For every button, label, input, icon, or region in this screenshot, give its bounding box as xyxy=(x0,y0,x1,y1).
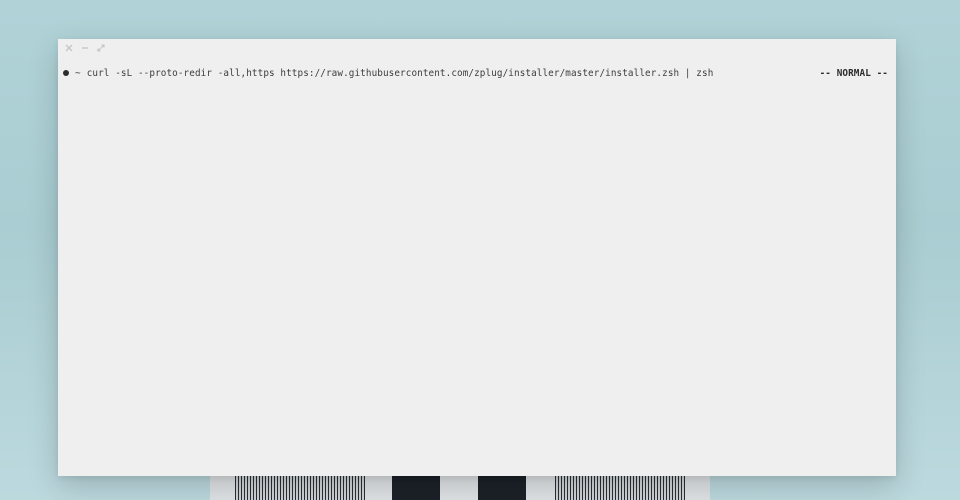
prompt-status-dot xyxy=(63,70,69,76)
wallpaper-dark-panel xyxy=(478,475,526,500)
wallpaper-stripes xyxy=(555,475,685,500)
terminal-prompt-line[interactable]: ~ curl -sL --proto-redir -all,https http… xyxy=(63,66,888,80)
window-titlebar[interactable] xyxy=(58,39,896,59)
prompt-directory: ~ xyxy=(75,67,81,79)
vim-mode-name: NORMAL xyxy=(836,67,871,79)
minimize-icon xyxy=(82,47,88,49)
minimize-button[interactable] xyxy=(80,43,90,53)
vim-mode-indicator: -- NORMAL -- xyxy=(820,68,888,79)
command-input[interactable]: curl -sL --proto-redir -all,https https:… xyxy=(87,68,810,79)
wallpaper-dark-panel xyxy=(392,475,440,500)
window-controls xyxy=(64,43,106,53)
close-button[interactable] xyxy=(64,43,74,53)
vim-mode-prefix: -- xyxy=(819,67,831,79)
wallpaper-stripes xyxy=(235,475,365,500)
maximize-icon xyxy=(97,44,105,52)
terminal-window[interactable]: ~ curl -sL --proto-redir -all,https http… xyxy=(58,39,896,476)
close-icon xyxy=(65,44,73,52)
maximize-button[interactable] xyxy=(96,43,106,53)
vim-mode-suffix: -- xyxy=(876,67,888,79)
